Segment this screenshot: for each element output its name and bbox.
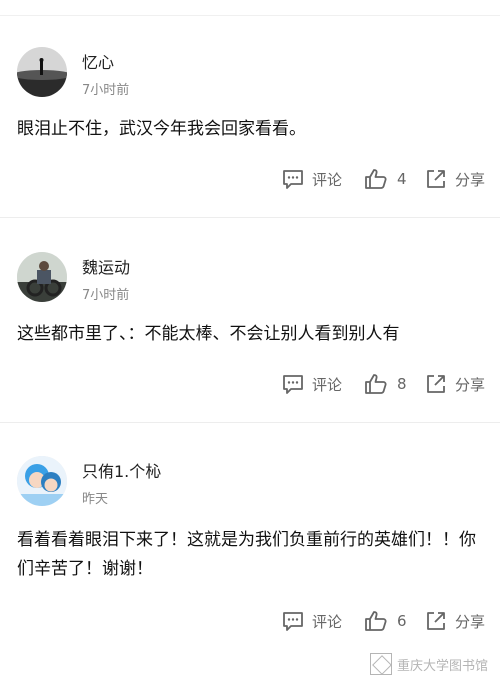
comment-text: 眼泪止不住，武汉今年我会回家看看。 xyxy=(17,119,306,139)
username[interactable]: 只侑1.个杺 xyxy=(82,458,161,482)
timestamp: 7小时前 xyxy=(82,83,130,98)
comment-button[interactable]: 评论 xyxy=(281,607,342,635)
comment-actions: 评论 4 分享 xyxy=(0,165,500,193)
avatar[interactable] xyxy=(17,252,67,302)
comment-label: 评论 xyxy=(312,170,343,189)
comment-button[interactable]: 评论 xyxy=(281,165,342,193)
comment-button[interactable]: 评论 xyxy=(281,370,342,398)
comment-divider xyxy=(0,422,500,423)
like-button[interactable]: 4 xyxy=(364,165,407,193)
like-button[interactable]: 6 xyxy=(364,607,407,635)
like-count: 8 xyxy=(397,375,407,393)
avatar[interactable] xyxy=(17,456,67,506)
like-button[interactable]: 8 xyxy=(364,370,407,398)
library-watermark: 重庆大学图书馆 xyxy=(369,651,488,677)
share-icon xyxy=(427,170,445,188)
username[interactable]: 忆心 xyxy=(82,49,114,73)
share-icon xyxy=(427,375,445,393)
share-button[interactable]: 分享 xyxy=(424,370,485,398)
comment-text: 这些都市里了、：不能太棒、不会让别人看到别人有 xyxy=(17,324,400,344)
comment-icon xyxy=(283,170,303,189)
share-icon xyxy=(427,612,445,630)
comment-icon xyxy=(283,612,303,631)
watermark-text: 重庆大学图书馆 xyxy=(396,658,488,674)
comment-actions: 评论 8 分享 xyxy=(0,370,500,398)
like-count: 6 xyxy=(397,612,407,630)
comment-label: 评论 xyxy=(312,375,343,394)
comment-icon xyxy=(283,375,303,394)
avatar-image xyxy=(17,47,67,97)
avatar-image xyxy=(17,252,67,302)
comment-label: 评论 xyxy=(312,612,343,631)
username[interactable]: 魏运动 xyxy=(82,254,130,278)
comments-page: 忆心 7小时前 眼泪止不住，武汉今年我会回家看看。 评论 4 分享 魏运动 7小… xyxy=(0,0,500,689)
share-label: 分享 xyxy=(455,612,486,631)
timestamp: 昨天 xyxy=(82,492,109,507)
share-label: 分享 xyxy=(455,375,486,394)
timestamp: 7小时前 xyxy=(82,288,130,303)
like-count: 4 xyxy=(397,170,407,188)
share-button[interactable]: 分享 xyxy=(424,607,485,635)
comment-text: 看着看着眼泪下来了！这就是为我们负重前行的英雄们！！你们辛苦了！谢谢！ xyxy=(17,530,476,579)
thumbs-up-icon xyxy=(365,169,387,189)
share-button[interactable]: 分享 xyxy=(424,165,485,193)
avatar-image xyxy=(17,456,67,506)
thumbs-up-icon xyxy=(365,374,387,394)
top-divider xyxy=(0,0,500,16)
share-label: 分享 xyxy=(455,170,486,189)
library-logo-icon xyxy=(369,653,392,675)
comment-divider xyxy=(0,217,500,218)
avatar[interactable] xyxy=(17,47,67,97)
thumbs-up-icon xyxy=(365,611,387,631)
comment-actions: 评论 6 分享 xyxy=(0,607,500,635)
